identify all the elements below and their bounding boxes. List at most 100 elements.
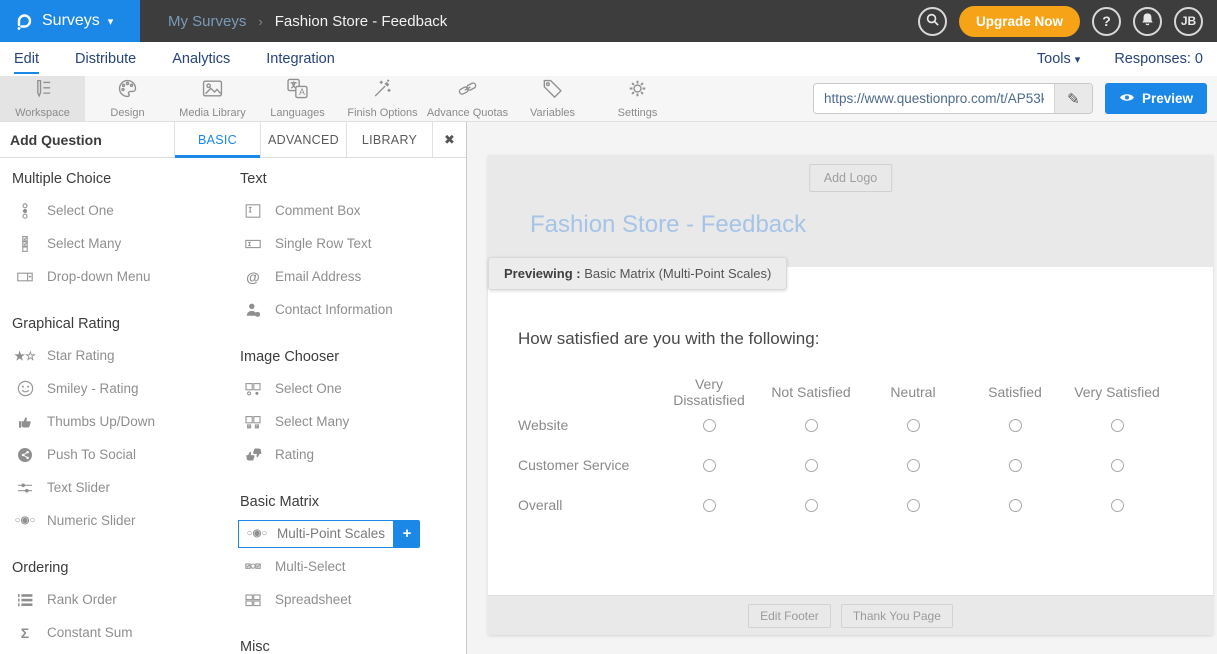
notifications-button[interactable] <box>1133 7 1162 36</box>
toolbar-item-workspace[interactable]: Workspace <box>0 76 85 121</box>
question-type-star-rating[interactable]: ★☆Star Rating <box>10 339 238 372</box>
question-type-multi-select[interactable]: Multi-Select <box>238 550 466 583</box>
edit-url-button[interactable]: ✎ <box>1054 84 1092 113</box>
tab-basic[interactable]: BASIC <box>174 122 260 157</box>
media-icon <box>202 78 223 104</box>
tab-library[interactable]: LIBRARY <box>346 122 432 157</box>
question-type-text-slider[interactable]: Text Slider <box>10 471 238 504</box>
star-rating-icon: ★☆ <box>13 349 37 363</box>
question-type-select-many[interactable]: Select Many <box>238 405 466 438</box>
tab-advanced[interactable]: ADVANCED <box>260 122 346 157</box>
dropdown-box-icon <box>13 269 37 285</box>
survey-title[interactable]: Fashion Store - Feedback <box>530 211 806 239</box>
help-button[interactable]: ? <box>1092 7 1121 36</box>
survey-preview-area: Add Logo Fashion Store - Feedback Previe… <box>468 122 1217 654</box>
question-type-select-one[interactable]: Select One <box>10 194 238 227</box>
thank-you-page-button[interactable]: Thank You Page <box>841 604 953 628</box>
survey-url-group: ✎ <box>813 83 1093 114</box>
radio-website-very-satisfied[interactable] <box>1111 419 1124 432</box>
languages-icon: A <box>287 78 308 104</box>
workspace-icon <box>32 78 53 104</box>
toolbar-item-languages[interactable]: ALanguages <box>255 76 340 121</box>
question-type-rank-order[interactable]: Rank Order <box>10 583 238 616</box>
selected-question-type[interactable]: ○◉○Multi-Point Scales <box>238 520 394 548</box>
radio-overall-very-dissatisfied[interactable] <box>703 499 716 512</box>
preview-button[interactable]: Preview <box>1105 83 1207 114</box>
question-type-single-row-text[interactable]: Single Row Text <box>238 227 466 260</box>
question-type-email-address[interactable]: @Email Address <box>238 260 466 293</box>
radio-overall-neutral[interactable] <box>907 499 920 512</box>
radio-website-very-dissatisfied[interactable] <box>703 419 716 432</box>
breadcrumb-parent[interactable]: My Surveys <box>168 13 246 30</box>
toolbar-item-settings[interactable]: Settings <box>595 76 680 121</box>
toolbar-item-finish-options[interactable]: Finish Options <box>340 76 425 121</box>
checkbox-list-icon <box>13 236 37 252</box>
top-header: Surveys ▾ My Surveys › Fashion Store - F… <box>0 0 1217 42</box>
radio-customer-service-very-dissatisfied[interactable] <box>703 459 716 472</box>
rank-order-icon <box>13 592 37 608</box>
nav-item-integration[interactable]: Integration <box>266 44 335 74</box>
radio-website-neutral[interactable] <box>907 419 920 432</box>
numeric-slider-icon: ○◉○ <box>13 515 37 526</box>
add-question-button[interactable]: + <box>394 520 420 548</box>
matrix-column-header: Very Dissatisfied <box>658 376 760 408</box>
radio-overall-satisfied[interactable] <box>1009 499 1022 512</box>
img-rating-icon <box>241 446 265 463</box>
bell-icon <box>1140 12 1155 30</box>
add-logo-button[interactable]: Add Logo <box>809 164 893 192</box>
question-type-drop-down-menu[interactable]: Drop-down Menu <box>10 260 238 293</box>
radio-customer-service-satisfied[interactable] <box>1009 459 1022 472</box>
nav-item-distribute[interactable]: Distribute <box>75 44 136 74</box>
matrix-column-header: Neutral <box>862 384 964 400</box>
radio-customer-service-not-satisfied[interactable] <box>805 459 818 472</box>
matrix-row-customer-service: Customer Service <box>518 445 1213 485</box>
matrix-row-label: Customer Service <box>518 457 658 473</box>
question-type-thumbs-up-down[interactable]: Thumbs Up/Down <box>10 405 238 438</box>
avatar[interactable]: JB <box>1174 7 1203 36</box>
toolbar-item-variables[interactable]: Variables <box>510 76 595 121</box>
question-type-smiley-rating[interactable]: Smiley - Rating <box>10 372 238 405</box>
radio-customer-service-neutral[interactable] <box>907 459 920 472</box>
question-type-select-many[interactable]: Select Many <box>10 227 238 260</box>
question-type-numeric-slider[interactable]: ○◉○Numeric Slider <box>10 504 238 537</box>
matrix-row-website: Website <box>518 405 1213 445</box>
nav-item-analytics[interactable]: Analytics <box>172 44 230 74</box>
question-text: How satisfied are you with the following… <box>518 329 1213 349</box>
settings-icon <box>627 78 648 104</box>
radio-website-not-satisfied[interactable] <box>805 419 818 432</box>
pencil-icon: ✎ <box>1067 90 1080 108</box>
radio-overall-very-satisfied[interactable] <box>1111 499 1124 512</box>
upgrade-now-button[interactable]: Upgrade Now <box>959 6 1080 37</box>
survey-url-input[interactable] <box>814 84 1054 113</box>
svg-text:A: A <box>299 87 305 97</box>
close-panel-button[interactable]: ✖ <box>432 122 466 157</box>
matrix-row-label: Website <box>518 417 658 433</box>
question-type-constant-sum[interactable]: ΣConstant Sum <box>10 616 238 649</box>
tools-menu[interactable]: Tools ▾ <box>1037 51 1080 67</box>
responses-count[interactable]: Responses: 0 <box>1114 51 1203 67</box>
edit-footer-button[interactable]: Edit Footer <box>748 604 831 628</box>
radio-customer-service-very-satisfied[interactable] <box>1111 459 1124 472</box>
question-type-comment-box[interactable]: Comment Box <box>238 194 466 227</box>
questionpro-logo-icon <box>12 7 34 36</box>
question-type-select-one[interactable]: Select One <box>238 372 466 405</box>
brand-menu[interactable]: Surveys ▾ <box>0 0 140 42</box>
question-type-push-to-social[interactable]: Push To Social <box>10 438 238 471</box>
section-title-basic-matrix: Basic Matrix <box>240 491 466 513</box>
question-type-rating[interactable]: Rating <box>238 438 466 471</box>
toolbar-item-design[interactable]: Design <box>85 76 170 121</box>
radio-website-satisfied[interactable] <box>1009 419 1022 432</box>
matrix-column-header: Satisfied <box>964 384 1066 400</box>
radio-overall-not-satisfied[interactable] <box>805 499 818 512</box>
matrix-question: Very DissatisfiedNot SatisfiedNeutralSat… <box>518 379 1213 525</box>
question-type-drag-and-drop[interactable]: Drag and Drop <box>10 649 238 654</box>
question-type-spreadsheet[interactable]: Spreadsheet <box>238 583 466 616</box>
nav-item-edit[interactable]: Edit <box>14 44 39 74</box>
toolbar-item-media-library[interactable]: Media Library <box>170 76 255 121</box>
section-title-text: Text <box>240 168 466 190</box>
quotas-icon <box>457 78 478 104</box>
toolbar-item-advance-quotas[interactable]: Advance Quotas <box>425 76 510 121</box>
single-row-icon <box>241 236 265 252</box>
search-button[interactable] <box>918 7 947 36</box>
question-type-contact-information[interactable]: Contact Information <box>238 293 466 326</box>
